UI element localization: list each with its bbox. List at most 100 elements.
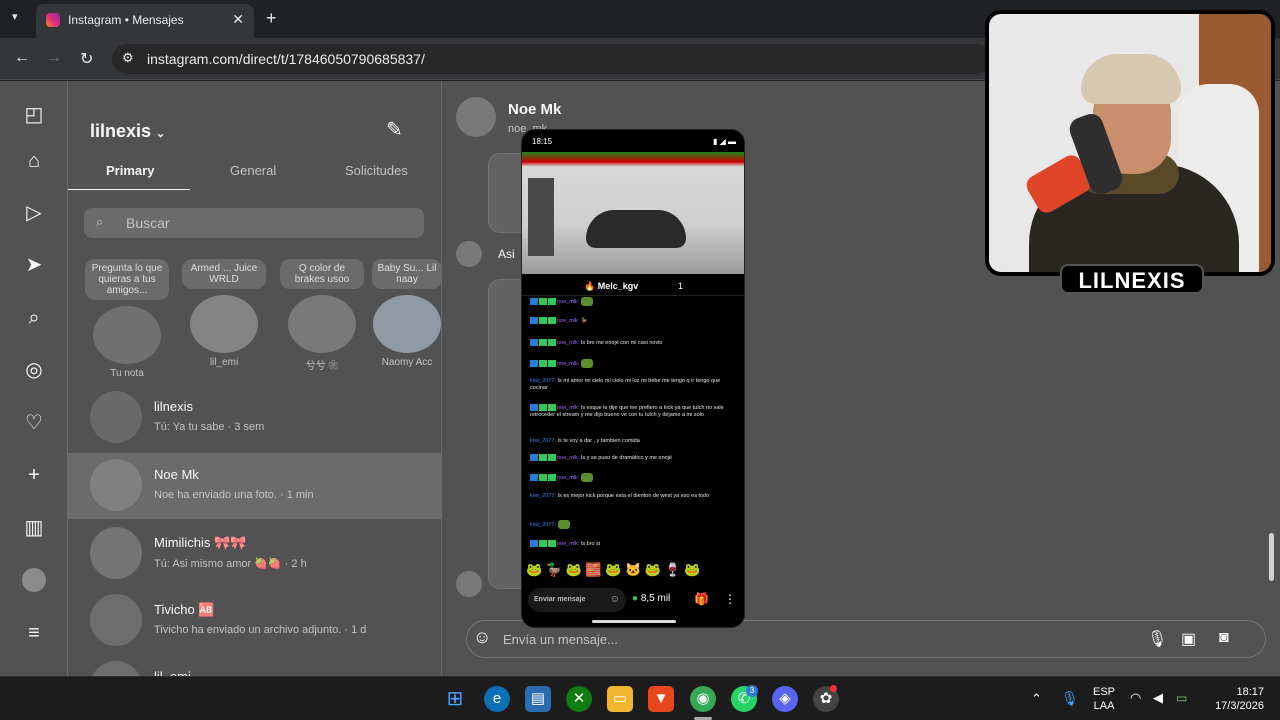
- chat-badge-icon: [548, 298, 556, 305]
- chat-username: noe_mlk:: [557, 454, 580, 461]
- chat-message: Is te voy a dar , y tambien comida: [557, 438, 640, 444]
- clock[interactable]: 18:17 17/3/2026: [1208, 685, 1264, 713]
- file-explorer-icon[interactable]: ▭: [607, 686, 633, 712]
- taskbar: ⊞ e ▤ ✕ ▭ ▼ ◉ ✆ 3 ◈ ✿ ⌃ 🎙 ESP LAA ◠ ◀ ▭ …: [0, 676, 1280, 720]
- chat-message: Is y se puso de dramático y me enojé: [580, 454, 672, 461]
- more-icon[interactable]: ⋮: [724, 592, 736, 606]
- brave-icon[interactable]: ▼: [648, 686, 674, 712]
- whatsapp-badge: 3: [746, 685, 758, 697]
- chat-badge-icon: [530, 360, 538, 367]
- stream-chat-line: noe_mlk:: [530, 473, 738, 482]
- volume-icon[interactable]: ◀: [1153, 690, 1163, 706]
- stream-chat-line: noe_mlk: Is bro si: [530, 540, 738, 548]
- chrome-icon[interactable]: ◉: [690, 686, 716, 712]
- chat-username: kiwi_2077:: [530, 493, 556, 499]
- emote-bar[interactable]: 🐸 🦆 🐸 🧱 🐸 🐱 🐸 🍷 🐸: [526, 562, 742, 580]
- video-car: [586, 210, 686, 248]
- windows-start-icon[interactable]: ⊞: [442, 686, 468, 712]
- wifi-icon[interactable]: ◠: [1130, 690, 1141, 706]
- home-indicator: [592, 620, 676, 623]
- language-label: ESP: [1093, 686, 1116, 698]
- discord-icon[interactable]: ◈: [772, 686, 798, 712]
- phone-status-icons: ▮ ◢ ▬: [713, 137, 736, 146]
- stream-video[interactable]: [522, 152, 744, 274]
- reload-icon[interactable]: ↻: [80, 49, 93, 69]
- chat-message: Is bro me enojé con mi casi novio: [580, 339, 663, 346]
- chat-badge-icon: [548, 317, 556, 324]
- forward-icon[interactable]: →: [46, 49, 62, 67]
- chat-badge-icon: [548, 454, 556, 461]
- cam-hair: [1081, 54, 1181, 104]
- chat-badge-icon: [539, 404, 547, 411]
- gift-icon[interactable]: 🎁: [694, 592, 709, 606]
- tab-search-icon[interactable]: ▾: [12, 10, 18, 23]
- battery-icon[interactable]: ▭: [1176, 691, 1187, 705]
- chat-badge-icon: [539, 317, 547, 324]
- chat-badge-icon: [530, 454, 538, 461]
- stream-input-placeholder: Enviar mensaje: [534, 596, 586, 603]
- chat-badge-icon: [530, 298, 538, 305]
- chat-badge-icon: [548, 404, 556, 411]
- channel-header: 🔥 Melc_kgv 1: [522, 276, 744, 296]
- phone-time: 18:15: [532, 137, 553, 146]
- chat-username: noe_mlk:: [557, 298, 580, 305]
- app-notification-dot: [830, 685, 837, 692]
- chat-message: Is es mejor kick porque esta el dienton …: [557, 493, 710, 499]
- chat-badge-icon: [539, 540, 547, 547]
- chat-emote-icon: [557, 520, 570, 529]
- chat-badge-icon: [539, 474, 547, 481]
- chat-username: noe_mlk:: [557, 360, 580, 367]
- phone-stream-overlay: 18:15 ▮ ◢ ▬ 🔥 Melc_kgv 1 noe_mlk: noe_ml…: [521, 129, 745, 628]
- chat-username: noe_mlk:: [557, 404, 580, 411]
- stream-chat-input[interactable]: Enviar mensaje ☺: [528, 588, 626, 612]
- browser-tab[interactable]: Instagram • Mensajes ✕: [36, 4, 254, 38]
- new-tab-button[interactable]: +: [266, 8, 277, 29]
- chat-message: Is mi amor mi cielo mi cielo mi luz mi b…: [530, 378, 721, 391]
- back-icon[interactable]: ←: [14, 49, 30, 67]
- store-icon[interactable]: ▤: [525, 686, 551, 712]
- site-info-icon[interactable]: ⚙: [122, 50, 134, 66]
- chat-badge-icon: [548, 360, 556, 367]
- viewers-label: 8,5 mil: [640, 593, 671, 604]
- chat-badge-icon: [530, 317, 538, 324]
- chat-username: kiwi_2077:: [530, 378, 556, 384]
- edge-icon[interactable]: e: [484, 686, 510, 712]
- chat-username: noe_mlk:: [557, 540, 580, 547]
- chat-username: noe_mlk:: [557, 317, 580, 324]
- stream-chat-line: noe_mlk: Is y se puso de dramático y me …: [530, 454, 738, 462]
- chat-badge-icon: [539, 339, 547, 346]
- language-indicator[interactable]: ESP LAA: [1093, 685, 1115, 713]
- tab-close-icon[interactable]: ✕: [232, 11, 244, 28]
- stream-chat-line: noe_mlk: Is esque le dije que me prefier…: [530, 404, 738, 419]
- address-bar[interactable]: ⚙ instagram.com/direct/t/178460507906858…: [112, 44, 992, 74]
- viewer-count: ● 8,5 mil: [632, 593, 670, 604]
- viewers-icon: ●: [632, 593, 639, 604]
- microphone-tray-icon[interactable]: 🎙: [1061, 690, 1079, 707]
- chat-username: noe_mlk:: [557, 474, 580, 481]
- chat-badge-icon: [539, 298, 547, 305]
- stream-chat-line: kiwi_2077: Is mi amor mi cielo mi cielo …: [530, 378, 738, 392]
- stream-chat-line: kiwi_2077: Is es mejor kick porque esta …: [530, 493, 738, 500]
- streamer-label: LILNEXIS: [1060, 264, 1204, 294]
- url-text: instagram.com/direct/t/17846050790685837…: [147, 51, 425, 67]
- date-label: 17/3/2026: [1215, 700, 1264, 712]
- chat-badge-icon: [530, 540, 538, 547]
- chat-message: Is bro si: [580, 540, 601, 547]
- chat-badge-icon: [548, 339, 556, 346]
- emoji-icon[interactable]: ☺: [610, 594, 620, 605]
- xbox-icon[interactable]: ✕: [566, 686, 592, 712]
- stream-chat-line: kiwi_2077: Is te voy a dar , y tambien c…: [530, 438, 738, 445]
- chat-username: kiwi_2077:: [530, 438, 556, 444]
- channel-counter: 1: [678, 281, 684, 291]
- chat-emote-icon: [580, 297, 593, 306]
- stream-chat-line: noe_mlk:: [530, 297, 738, 306]
- tray-chevron-icon[interactable]: ⌃: [1031, 691, 1042, 707]
- video-sidebar: [528, 178, 554, 256]
- chat-badge-icon: [539, 360, 547, 367]
- phone-status-bar: 18:15 ▮ ◢ ▬: [522, 130, 744, 152]
- chat-badge-icon: [530, 339, 538, 346]
- chat-badge-icon: [530, 474, 538, 481]
- chat-badge-icon: [548, 474, 556, 481]
- chat-badge-icon: [548, 540, 556, 547]
- chat-username: noe_mlk:: [557, 339, 580, 346]
